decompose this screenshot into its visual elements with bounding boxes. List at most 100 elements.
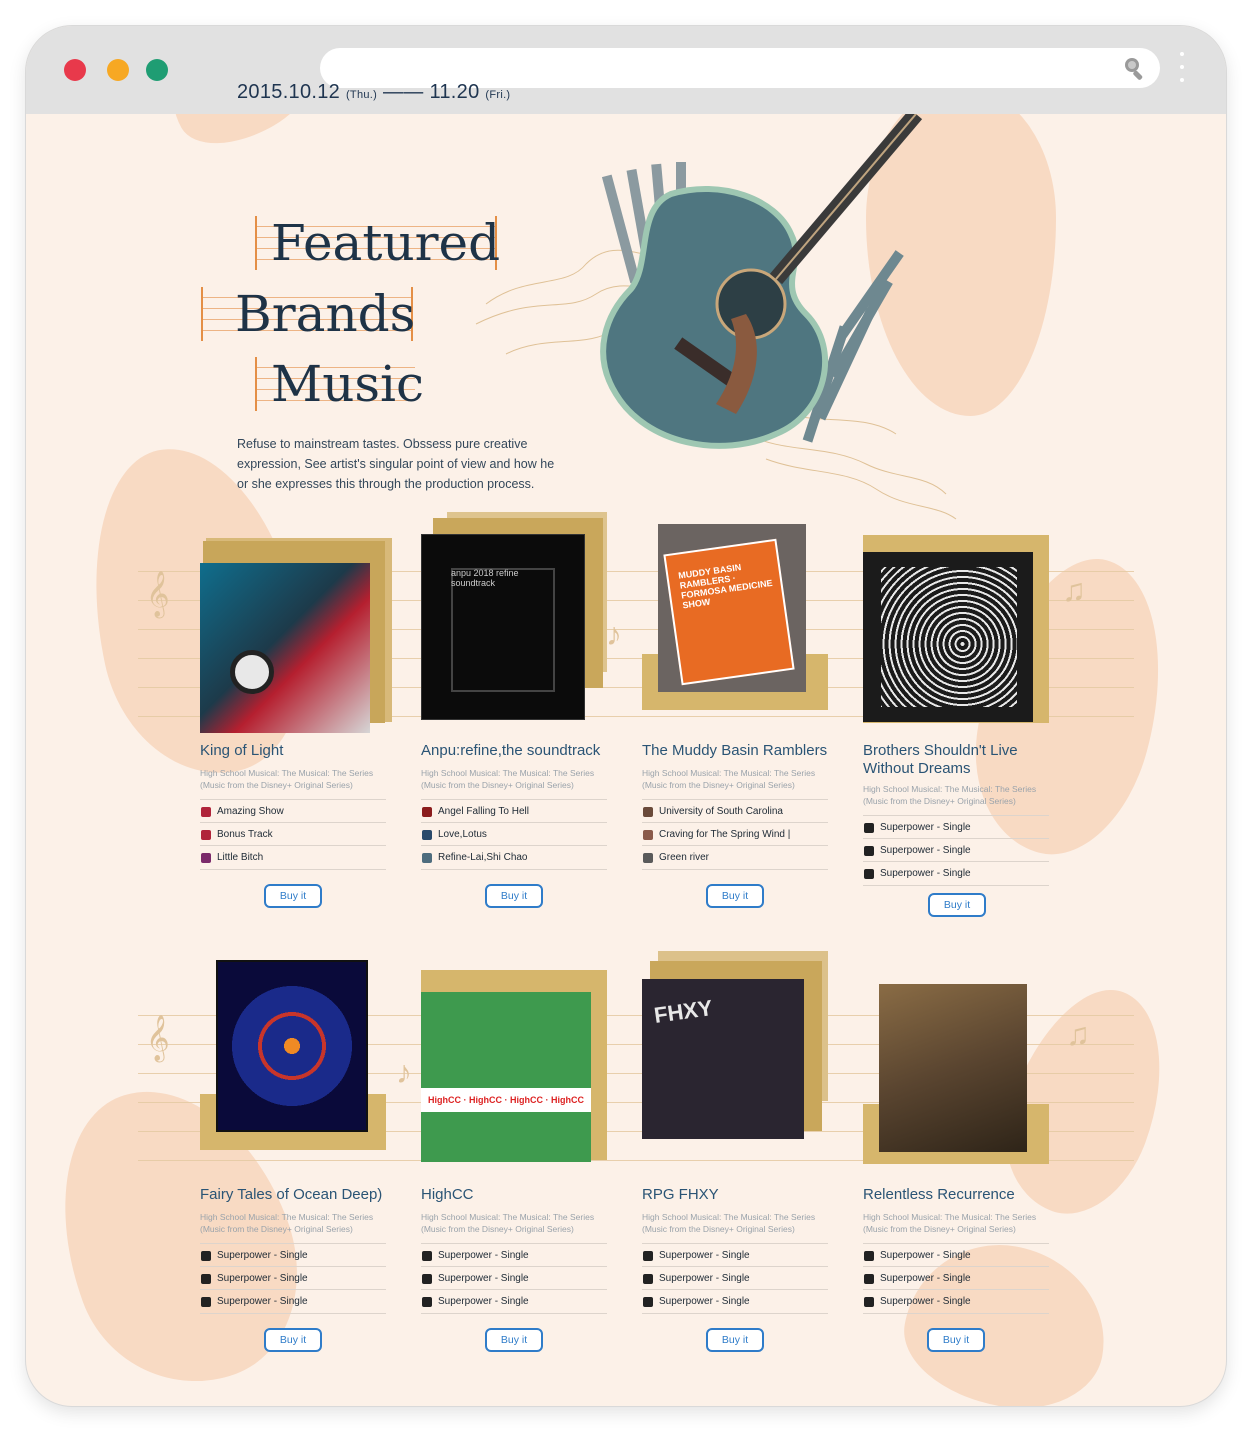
card-title[interactable]: Brothers Shouldn't Live Without Dreams (863, 742, 1033, 778)
card-subtitle: High School Musical: The Musical: The Se… (421, 768, 595, 790)
track-name: Superpower - Single (880, 845, 971, 856)
music-note-icon: ♫ (1062, 572, 1086, 608)
card-subtitle: High School Musical: The Musical: The Se… (200, 1212, 374, 1234)
card-subtitle: High School Musical: The Musical: The Se… (863, 1212, 1037, 1234)
track-name: Superpower - Single (217, 1296, 308, 1307)
buy-button[interactable]: Buy it (706, 1328, 764, 1352)
track-cover-icon (422, 806, 432, 817)
date-start-day: (Thu.) (345, 89, 378, 101)
track-name: Superpower - Single (659, 1296, 750, 1307)
guitar-illustration (475, 114, 957, 520)
track-cover-icon (422, 1273, 432, 1284)
event-dates: 2015.10.12 (Thu.) —— 11.20 (Fri.) (237, 81, 510, 104)
track-name: Superpower - Single (880, 1250, 971, 1261)
card-title[interactable]: Fairy Tales of Ocean Deep) (200, 1186, 382, 1204)
track-cover-icon (643, 1250, 653, 1261)
track-item[interactable]: Craving for The Spring Wind | (642, 822, 828, 846)
track-item[interactable]: Superpower - Single (642, 1266, 828, 1290)
track-item[interactable]: Angel Falling To Hell (421, 799, 607, 823)
buy-button[interactable]: Buy it (927, 1328, 985, 1352)
track-item[interactable]: Superpower - Single (421, 1243, 607, 1267)
date-dash: —— (382, 81, 424, 103)
track-cover-icon (643, 1296, 653, 1307)
card-title[interactable]: RPG FHXY (642, 1186, 719, 1204)
track-cover-icon (864, 1273, 874, 1284)
track-cover-icon (643, 852, 653, 863)
track-item[interactable]: Superpower - Single (863, 861, 1049, 886)
track-cover-icon (864, 845, 874, 856)
track-item[interactable]: Superpower - Single (863, 1243, 1049, 1267)
track-name: University of South Carolina (659, 806, 783, 817)
track-cover-icon (864, 868, 874, 879)
search-icon[interactable] (1122, 55, 1148, 81)
track-item[interactable]: Superpower - Single (642, 1289, 828, 1314)
track-item[interactable]: Superpower - Single (863, 838, 1049, 862)
track-name: Superpower - Single (880, 822, 971, 833)
track-item[interactable]: Superpower - Single (421, 1289, 607, 1314)
track-name: Little Bitch (217, 852, 264, 863)
date-end: 11.20 (429, 81, 480, 103)
card-subtitle: High School Musical: The Musical: The Se… (642, 1212, 816, 1234)
track-name: Superpower - Single (217, 1273, 308, 1284)
track-item[interactable]: Superpower - Single (863, 1289, 1049, 1314)
track-name: Superpower - Single (659, 1250, 750, 1261)
music-note-icon: ♫ (1066, 1016, 1090, 1052)
music-note-icon: ♪ (606, 616, 622, 652)
track-item[interactable]: Superpower - Single (642, 1243, 828, 1267)
card-title[interactable]: King of Light (200, 742, 283, 760)
music-note-icon: ♪ (396, 1054, 412, 1090)
track-item[interactable]: Superpower - Single (200, 1266, 386, 1290)
track-name: Bonus Track (217, 829, 273, 840)
buy-button[interactable]: Buy it (928, 893, 986, 917)
card-title[interactable]: Anpu:refine,the soundtrack (421, 742, 600, 760)
track-name: Love,Lotus (438, 829, 487, 840)
card-title[interactable]: HighCC (421, 1186, 474, 1204)
buy-button[interactable]: Buy it (485, 884, 543, 908)
buy-button[interactable]: Buy it (485, 1328, 543, 1352)
buy-button[interactable]: Buy it (264, 1328, 322, 1352)
maximize-window-dot[interactable] (146, 59, 168, 81)
track-item[interactable]: Love,Lotus (421, 822, 607, 846)
browser-window: 2015.10.12 (Thu.) —— 11.20 (Fri.) Featur… (26, 26, 1226, 1406)
track-cover-icon (422, 1250, 432, 1261)
track-name: Amazing Show (217, 806, 284, 817)
highcc-cover-text: HighCC · HighCC · HighCC · HighCC (421, 1088, 591, 1112)
track-item[interactable]: Superpower - Single (200, 1289, 386, 1314)
track-cover-icon (864, 1296, 874, 1307)
minimize-window-dot[interactable] (107, 59, 129, 81)
track-cover-icon (864, 822, 874, 833)
track-item[interactable]: Superpower - Single (200, 1243, 386, 1267)
card-subtitle: High School Musical: The Musical: The Se… (863, 784, 1037, 806)
date-start: 2015.10.12 (237, 81, 341, 103)
track-item[interactable]: University of South Carolina (642, 799, 828, 823)
buy-button[interactable]: Buy it (264, 884, 322, 908)
track-cover-icon (201, 1273, 211, 1284)
track-item[interactable]: Bonus Track (200, 822, 386, 846)
track-cover-icon (422, 1296, 432, 1307)
track-item[interactable]: Amazing Show (200, 799, 386, 823)
track-cover-icon (422, 829, 432, 840)
browser-toolbar (26, 26, 1226, 114)
track-item[interactable]: Little Bitch (200, 845, 386, 870)
track-cover-icon (201, 852, 211, 863)
card-title[interactable]: Relentless Recurrence (863, 1186, 1015, 1204)
track-item[interactable]: Superpower - Single (421, 1266, 607, 1290)
buy-button[interactable]: Buy it (706, 884, 764, 908)
close-window-dot[interactable] (64, 59, 86, 81)
track-cover-icon (643, 829, 653, 840)
track-name: Superpower - Single (217, 1250, 308, 1261)
more-menu-icon[interactable] (1179, 52, 1185, 88)
track-name: Superpower - Single (438, 1296, 529, 1307)
track-name: Superpower - Single (880, 868, 971, 879)
track-item[interactable]: Green river (642, 845, 828, 870)
track-cover-icon (643, 806, 653, 817)
card-title[interactable]: The Muddy Basin Ramblers (642, 742, 827, 760)
synth-knob-icon (230, 650, 274, 694)
title-brands: Brands (201, 287, 415, 341)
date-end-day: (Fri.) (485, 89, 511, 101)
track-cover-icon (201, 829, 211, 840)
track-item[interactable]: Superpower - Single (863, 815, 1049, 839)
title-music: Music (255, 357, 424, 411)
track-item[interactable]: Superpower - Single (863, 1266, 1049, 1290)
track-item[interactable]: Refine-Lai,Shi Chao (421, 845, 607, 870)
